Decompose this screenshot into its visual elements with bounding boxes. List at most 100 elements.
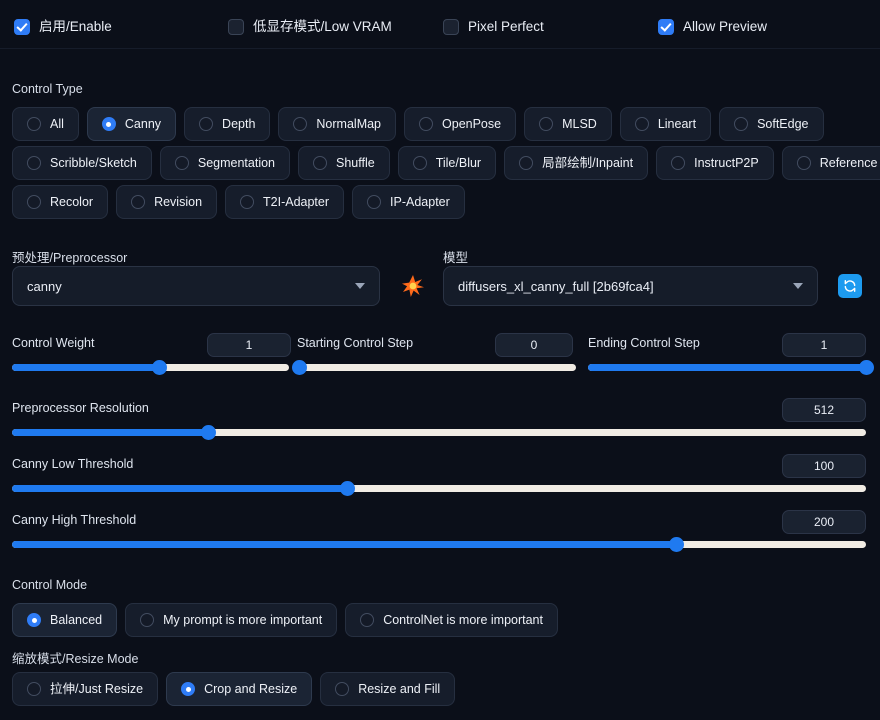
control-type-canny[interactable]: Canny	[86, 107, 177, 141]
slider-ending-control-step-slider[interactable]	[588, 360, 874, 375]
checkbox-1[interactable]: 低显存模式/Low VRAM	[228, 19, 392, 35]
slider-canny-low-threshold-slider-thumb[interactable]	[339, 481, 355, 496]
radio-icon[interactable]	[174, 156, 189, 170]
control-type-segmentation[interactable]: Segmentation	[159, 146, 290, 180]
radio-icon[interactable]	[293, 117, 308, 131]
slider-ending-control-step-value-input[interactable]: 1	[782, 333, 866, 357]
checkbox-icon[interactable]	[228, 19, 244, 35]
radio-icon[interactable]	[140, 613, 155, 627]
radio-icon[interactable]	[360, 613, 375, 627]
control-type-openpose[interactable]: OpenPose	[404, 107, 517, 141]
radio-icon[interactable]	[734, 117, 749, 131]
radio-icon[interactable]	[181, 682, 196, 696]
slider-canny-high-threshold-value-input[interactable]: 200	[782, 510, 866, 534]
resize-mode-just-resize[interactable]: 拉伸/Just Resize	[12, 672, 159, 706]
slider-canny-high-threshold-label: Canny High Threshold	[12, 513, 137, 527]
radio-icon[interactable]	[335, 682, 350, 696]
pill-label: Balanced	[50, 612, 103, 627]
slider-preprocessor-resolution-slider[interactable]	[12, 425, 866, 440]
chevron-down-icon	[355, 283, 365, 289]
radio-icon[interactable]	[131, 195, 146, 209]
radio-icon[interactable]	[419, 117, 434, 131]
control-type-inpaint[interactable]: 局部绘制/Inpaint	[504, 146, 649, 180]
control-type-t2i-adapter[interactable]: T2I-Adapter	[225, 185, 345, 219]
control-type-shuffle[interactable]: Shuffle	[298, 146, 390, 180]
radio-icon[interactable]	[671, 156, 686, 170]
slider-canny-high-threshold-slider[interactable]	[12, 537, 866, 552]
radio-icon[interactable]	[367, 195, 382, 209]
pill-label: Depth	[222, 116, 256, 131]
control-type-ip-adapter[interactable]: IP-Adapter	[352, 185, 465, 219]
radio-icon[interactable]	[519, 156, 534, 170]
control-type-recolor[interactable]: Recolor	[12, 185, 109, 219]
radio-icon[interactable]	[412, 156, 427, 170]
pill-label: Lineart	[657, 116, 697, 131]
pill-label: Tile/Blur	[435, 155, 482, 170]
radio-icon[interactable]	[634, 117, 649, 131]
slider-canny-low-threshold-value-input[interactable]: 100	[782, 454, 866, 478]
pill-label: My prompt is more important	[163, 612, 323, 627]
refresh-models-button[interactable]	[838, 274, 862, 298]
checkbox-3[interactable]: Allow Preview	[658, 19, 767, 35]
resize-mode-crop-and-resize[interactable]: Crop and Resize	[166, 672, 313, 706]
pill-label: Shuffle	[336, 155, 375, 170]
radio-icon[interactable]	[101, 117, 116, 131]
checkbox-icon[interactable]	[14, 19, 30, 35]
slider-control-weight-slider[interactable]	[12, 360, 289, 375]
control-mode-balanced[interactable]: Balanced	[12, 603, 118, 637]
radio-icon[interactable]	[27, 156, 41, 170]
radio-icon[interactable]	[27, 613, 41, 627]
pill-label: Crop and Resize	[204, 681, 298, 696]
explosion-icon[interactable]	[400, 273, 426, 299]
slider-control-weight-slider-thumb[interactable]	[151, 360, 167, 375]
slider-control-weight-slider-fill	[12, 364, 159, 371]
control-type-scribble-sketch[interactable]: Scribble/Sketch	[12, 146, 152, 180]
pill-label: Canny	[124, 116, 162, 131]
slider-control-weight-value-input[interactable]: 1	[207, 333, 291, 357]
radio-icon[interactable]	[313, 156, 327, 170]
control-type-mlsd[interactable]: MLSD	[524, 107, 612, 141]
model-value: diffusers_xl_canny_full [2b69fca4]	[458, 278, 654, 294]
radio-icon[interactable]	[27, 195, 41, 209]
radio-icon[interactable]	[27, 117, 41, 131]
control-type-instructp2p[interactable]: InstructP2P	[656, 146, 774, 180]
resize-mode-resize-and-fill[interactable]: Resize and Fill	[320, 672, 456, 706]
slider-preprocessor-resolution-slider-fill	[12, 429, 208, 436]
control-type-depth[interactable]: Depth	[184, 107, 271, 141]
slider-starting-control-step-slider-thumb[interactable]	[292, 360, 307, 375]
control-type-softedge[interactable]: SoftEdge	[719, 107, 824, 141]
checkbox-label: 启用/Enable	[39, 19, 112, 35]
control-type-reference[interactable]: Reference	[781, 146, 880, 180]
control-type-lineart[interactable]: Lineart	[619, 107, 712, 141]
checkbox-2[interactable]: Pixel Perfect	[443, 19, 544, 35]
control-type-tile-blur[interactable]: Tile/Blur	[397, 146, 497, 180]
checkbox-0[interactable]: 启用/Enable	[14, 19, 112, 35]
control-mode-controlnet-is-more-important[interactable]: ControlNet is more important	[345, 603, 558, 637]
control-type-normalmap[interactable]: NormalMap	[278, 107, 397, 141]
slider-ending-control-step-slider-thumb[interactable]	[859, 360, 874, 375]
slider-starting-control-step-slider[interactable]	[292, 360, 576, 375]
slider-preprocessor-resolution-value-input[interactable]: 512	[782, 398, 866, 422]
radio-icon[interactable]	[539, 117, 554, 131]
radio-icon[interactable]	[199, 117, 214, 131]
control-type-row-1: All Canny Depth NormalMap OpenPose MLSD Linear…	[12, 107, 824, 141]
slider-starting-control-step-value-input[interactable]: 0	[495, 333, 573, 357]
model-dropdown[interactable]: diffusers_xl_canny_full [2b69fca4]	[443, 266, 818, 306]
pill-label: 局部绘制/Inpaint	[542, 155, 634, 170]
slider-canny-low-threshold-slider[interactable]	[12, 481, 866, 496]
slider-canny-high-threshold-slider-thumb[interactable]	[668, 537, 684, 552]
preprocessor-value: canny	[27, 278, 62, 294]
control-mode-my-prompt-is-more-important[interactable]: My prompt is more important	[125, 603, 338, 637]
control-type-revision[interactable]: Revision	[116, 185, 218, 219]
pill-label: NormalMap	[316, 116, 382, 131]
checkbox-icon[interactable]	[443, 19, 459, 35]
pill-label: Resize and Fill	[358, 681, 441, 696]
slider-preprocessor-resolution-slider-thumb[interactable]	[200, 425, 216, 440]
control-type-all[interactable]: All	[12, 107, 79, 141]
radio-icon[interactable]	[27, 682, 41, 696]
slider-starting-control-step-label: Starting Control Step	[297, 336, 414, 350]
radio-icon[interactable]	[240, 195, 255, 209]
checkbox-icon[interactable]	[658, 19, 674, 35]
preprocessor-dropdown[interactable]: canny	[12, 266, 380, 306]
radio-icon[interactable]	[796, 156, 811, 170]
